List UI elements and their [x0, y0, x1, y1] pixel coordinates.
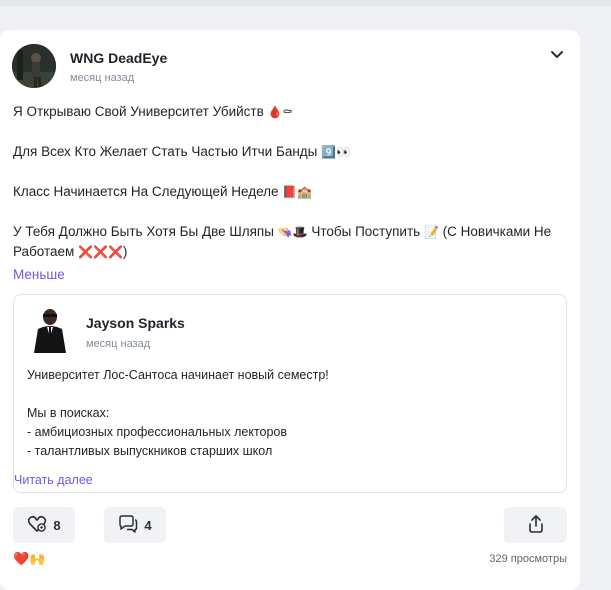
repost-time: месяц назад: [86, 338, 151, 350]
post-line: У Тебя Должно Быть Хотя Бы Две Шляпы 👒🎩 …: [13, 224, 552, 259]
likes-count: 8: [53, 517, 61, 533]
top-bar: [0, 0, 611, 6]
chevron-down-icon[interactable]: [548, 46, 566, 64]
repost-author[interactable]: Jayson Sparks месяц назад: [28, 305, 185, 353]
show-less-link[interactable]: Меньше: [13, 265, 568, 285]
views-count: 329 просмотры: [489, 553, 567, 565]
share-icon: [526, 514, 546, 537]
post-footer: ❤️🙌 329 просмотры: [13, 550, 567, 570]
post-line: Я Открываю Свой Университет Убийств 🩸⚰: [13, 104, 293, 119]
comments-count: 4: [144, 517, 152, 533]
comment-button[interactable]: 4: [104, 507, 166, 543]
reactions-summary[interactable]: ❤️🙌: [13, 552, 45, 567]
like-button[interactable]: 8: [13, 507, 75, 543]
author-name[interactable]: WNG DeadEye: [70, 50, 167, 66]
post-time: месяц назад: [70, 72, 135, 84]
post-author[interactable]: WNG DeadEye месяц назад: [12, 44, 167, 88]
reactions-emojis: ❤️🙌: [13, 552, 46, 567]
comment-icon: [118, 514, 144, 536]
repost-line: - талантливых выпускников старших школ: [27, 444, 273, 458]
post-actions: 8 4: [13, 507, 567, 543]
repost-author-name[interactable]: Jayson Sparks: [86, 315, 185, 331]
repost-avatar[interactable]: [28, 305, 72, 353]
post-card: WNG DeadEye месяц назад Я Открываю Свой …: [0, 30, 580, 590]
repost-line: Университет Лос-Сантоса начинает новый с…: [27, 368, 329, 382]
reposted-post[interactable]: Jayson Sparks месяц назад Университет Ло…: [13, 294, 567, 493]
repost-line: - амбициозных профессиональных лекторов: [27, 425, 288, 439]
share-button[interactable]: [504, 507, 567, 543]
repost-line: Мы в поисках:: [27, 406, 110, 420]
post-line: Для Всех Кто Желает Стать Частью Итчи Ба…: [13, 144, 352, 159]
post-line: Класс Начинается На Следующей Неделе 📕🏫: [13, 184, 313, 199]
read-more-link[interactable]: Читать далее: [14, 473, 93, 487]
post-body: Я Открываю Свой Университет Убийств 🩸⚰ Д…: [13, 102, 568, 285]
reaction-heart-icon: [27, 515, 53, 536]
repost-body: Университет Лос-Сантоса начинает новый с…: [27, 366, 547, 461]
avatar[interactable]: [12, 44, 56, 88]
